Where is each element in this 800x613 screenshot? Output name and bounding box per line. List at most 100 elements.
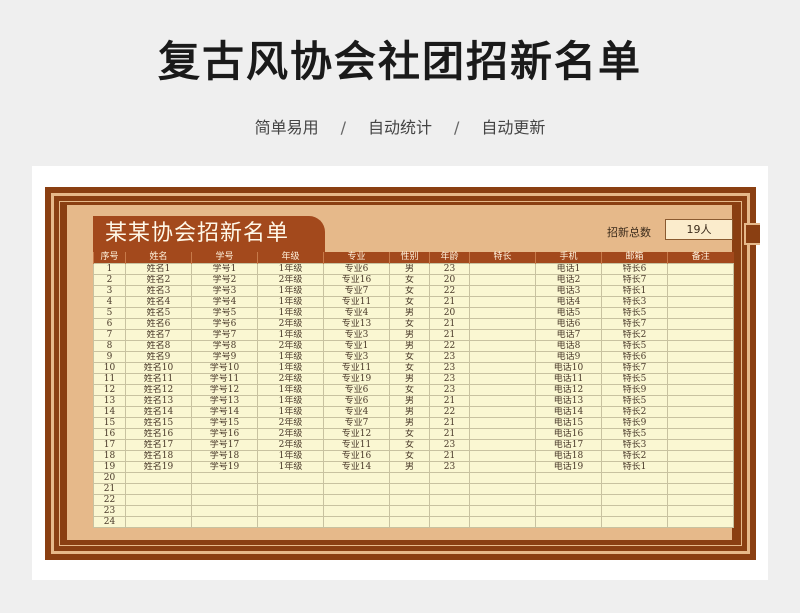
table-cell[interactable]: [667, 307, 734, 319]
table-cell[interactable]: [667, 263, 734, 275]
table-cell[interactable]: 1年级: [257, 384, 324, 396]
table-cell[interactable]: 23: [93, 505, 126, 517]
table-cell[interactable]: 专业19: [323, 373, 390, 385]
table-cell[interactable]: 特长7: [601, 362, 668, 374]
table-cell[interactable]: 电话8: [535, 340, 602, 352]
table-cell[interactable]: 特长5: [601, 373, 668, 385]
table-cell[interactable]: 男: [389, 307, 430, 319]
table-cell[interactable]: [667, 395, 734, 407]
table-cell[interactable]: [535, 505, 602, 517]
table-cell[interactable]: 电话3: [535, 285, 602, 297]
table-cell[interactable]: [469, 395, 536, 407]
table-cell[interactable]: 21: [429, 417, 470, 429]
column-header[interactable]: 邮箱: [601, 252, 668, 264]
table-cell[interactable]: 电话7: [535, 329, 602, 341]
table-cell[interactable]: 姓名18: [125, 450, 192, 462]
table-cell[interactable]: 特长6: [601, 263, 668, 275]
table-cell[interactable]: [535, 494, 602, 506]
table-cell[interactable]: 姓名8: [125, 340, 192, 352]
table-cell[interactable]: 学号12: [191, 384, 258, 396]
table-cell[interactable]: [429, 494, 470, 506]
table-cell[interactable]: [191, 494, 258, 506]
table-cell[interactable]: 姓名11: [125, 373, 192, 385]
table-cell[interactable]: [667, 439, 734, 451]
table-cell[interactable]: [667, 340, 734, 352]
table-cell[interactable]: 特长5: [601, 307, 668, 319]
table-cell[interactable]: 女: [389, 362, 430, 374]
table-cell[interactable]: [469, 263, 536, 275]
table-cell[interactable]: [429, 483, 470, 495]
table-cell[interactable]: 专业13: [323, 318, 390, 330]
table-cell[interactable]: 特长2: [601, 329, 668, 341]
table-cell[interactable]: [667, 351, 734, 363]
table-cell[interactable]: 1年级: [257, 395, 324, 407]
table-cell[interactable]: 电话14: [535, 406, 602, 418]
table-cell[interactable]: 专业16: [323, 274, 390, 286]
table-cell[interactable]: [667, 483, 734, 495]
table-cell[interactable]: [469, 340, 536, 352]
table-cell[interactable]: 2年级: [257, 428, 324, 440]
table-cell[interactable]: [667, 428, 734, 440]
table-cell[interactable]: [535, 472, 602, 484]
table-cell[interactable]: 4: [93, 296, 126, 308]
table-cell[interactable]: 姓名15: [125, 417, 192, 429]
table-cell[interactable]: 专业7: [323, 285, 390, 297]
table-cell[interactable]: [601, 483, 668, 495]
table-cell[interactable]: [125, 483, 192, 495]
table-cell[interactable]: 电话5: [535, 307, 602, 319]
total-count-cell[interactable]: 19人: [665, 219, 733, 240]
table-cell[interactable]: 专业6: [323, 384, 390, 396]
table-cell[interactable]: 姓名4: [125, 296, 192, 308]
table-cell[interactable]: 学号14: [191, 406, 258, 418]
table-cell[interactable]: [125, 516, 192, 528]
table-cell[interactable]: 10: [93, 362, 126, 374]
table-cell[interactable]: 1年级: [257, 285, 324, 297]
table-cell[interactable]: 学号1: [191, 263, 258, 275]
table-cell[interactable]: [667, 472, 734, 484]
table-cell[interactable]: 姓名5: [125, 307, 192, 319]
table-cell[interactable]: [429, 516, 470, 528]
table-cell[interactable]: 2年级: [257, 274, 324, 286]
table-cell[interactable]: [601, 505, 668, 517]
table-cell[interactable]: 15: [93, 417, 126, 429]
table-cell[interactable]: 电话4: [535, 296, 602, 308]
table-cell[interactable]: 特长6: [601, 351, 668, 363]
table-cell[interactable]: 电话1: [535, 263, 602, 275]
table-cell[interactable]: 13: [93, 395, 126, 407]
table-cell[interactable]: 2年级: [257, 318, 324, 330]
table-cell[interactable]: [257, 516, 324, 528]
table-cell[interactable]: 学号15: [191, 417, 258, 429]
table-cell[interactable]: 1年级: [257, 307, 324, 319]
table-cell[interactable]: 姓名9: [125, 351, 192, 363]
table-cell[interactable]: [257, 494, 324, 506]
table-cell[interactable]: 学号8: [191, 340, 258, 352]
table-cell[interactable]: 专业6: [323, 263, 390, 275]
table-cell[interactable]: 专业16: [323, 450, 390, 462]
table-cell[interactable]: 学号4: [191, 296, 258, 308]
table-cell[interactable]: 女: [389, 274, 430, 286]
table-cell[interactable]: 2年级: [257, 340, 324, 352]
table-cell[interactable]: 专业12: [323, 428, 390, 440]
column-header[interactable]: 姓名: [125, 252, 192, 264]
table-cell[interactable]: 7: [93, 329, 126, 341]
table-cell[interactable]: 17: [93, 439, 126, 451]
table-cell[interactable]: [469, 428, 536, 440]
table-cell[interactable]: 22: [429, 406, 470, 418]
table-cell[interactable]: 14: [93, 406, 126, 418]
table-cell[interactable]: [469, 351, 536, 363]
table-cell[interactable]: 2年级: [257, 439, 324, 451]
table-cell[interactable]: 11: [93, 373, 126, 385]
column-header[interactable]: 专业: [323, 252, 390, 264]
table-cell[interactable]: [429, 505, 470, 517]
table-cell[interactable]: 姓名10: [125, 362, 192, 374]
table-cell[interactable]: [667, 285, 734, 297]
table-cell[interactable]: 姓名3: [125, 285, 192, 297]
table-cell[interactable]: [667, 274, 734, 286]
column-header[interactable]: 性别: [389, 252, 430, 264]
table-cell[interactable]: [667, 406, 734, 418]
table-cell[interactable]: 特长5: [601, 428, 668, 440]
table-cell[interactable]: 23: [429, 373, 470, 385]
table-cell[interactable]: 女: [389, 318, 430, 330]
table-cell[interactable]: [125, 472, 192, 484]
table-cell[interactable]: [125, 494, 192, 506]
